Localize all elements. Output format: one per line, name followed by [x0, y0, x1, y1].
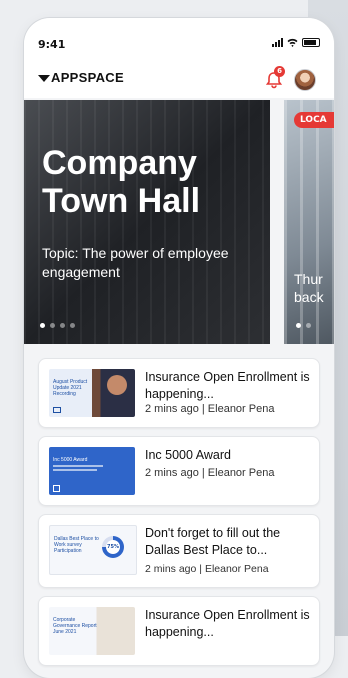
thumbnail-line	[53, 469, 97, 471]
feed-card-meta: 2 mins ago | Eleanor Pena	[145, 467, 275, 479]
carousel-dot[interactable]	[306, 323, 311, 328]
feed-card-meta: 2 mins ago | Eleanor Pena	[145, 403, 275, 415]
feed-card-title: Insurance Open Enrollment is happening..…	[145, 370, 310, 401]
video-icon	[53, 407, 61, 413]
slide-topic: Topic: The power of employee engagement	[42, 245, 229, 280]
carousel-slide-town-hall[interactable]: Company Town Hall Topic: The power of em…	[24, 100, 270, 344]
carousel-slide-next[interactable]: LOCA Thur back	[284, 100, 334, 344]
donut-percent: 75%	[106, 540, 120, 554]
feed-thumbnail: Corporate Governance Report June 2021	[49, 607, 135, 655]
carousel-dots	[40, 323, 75, 328]
feed-card[interactable]: August Product Update 2021 Recording Ins…	[38, 358, 320, 428]
slide-peek-line: Thur	[294, 271, 323, 287]
feed-thumbnail: Inc 5000 Award	[49, 447, 135, 495]
appspace-logo[interactable]: APPSPACE	[38, 70, 124, 85]
thumbnail-line	[53, 465, 103, 467]
feed-card-title: Inc 5000 Award	[145, 448, 231, 462]
feed-card[interactable]: Inc 5000 Award Inc 5000 Award 2 mins ago…	[38, 436, 320, 506]
signal-icon	[272, 38, 283, 47]
carousel-dot[interactable]	[296, 323, 301, 328]
logo-text: APPSPACE	[51, 70, 124, 85]
slide-peek-text: Thur back	[294, 270, 324, 306]
attachment-icon	[53, 485, 60, 492]
carousel-dots	[296, 323, 311, 328]
feed-card-author: Eleanor Pena	[207, 403, 275, 415]
local-badge: LOCA	[294, 112, 334, 128]
thumbnail-caption: August Product Update 2021 Recording	[53, 379, 88, 397]
user-avatar[interactable]	[294, 69, 316, 91]
thumbnail-caption: Dallas Best Place to Work survey Partici…	[54, 536, 99, 554]
feed-card-time: 2 mins ago	[145, 467, 199, 479]
feed-thumbnail: Dallas Best Place to Work survey Partici…	[49, 525, 137, 575]
logo-mark-icon	[38, 75, 50, 83]
slide-peek-line: back	[294, 289, 324, 305]
person-photo	[107, 375, 127, 395]
feed-card-author: Eleanor Pena	[207, 467, 275, 479]
donut-chart-icon: 75%	[102, 536, 124, 558]
feed-card-title: Don't forget to fill out the Dallas Best…	[145, 526, 281, 557]
carousel-dot[interactable]	[70, 323, 75, 328]
phone-frame: 9:41 APPSPACE 6 Company Town Hall Topic:…	[24, 18, 334, 678]
wifi-icon	[287, 38, 298, 47]
feed-card-time: 2 mins ago	[145, 563, 197, 575]
feed-card[interactable]: Corporate Governance Report June 2021 In…	[38, 596, 320, 666]
carousel-dot[interactable]	[60, 323, 65, 328]
feed-card-meta: 2 mins ago | Eleanor Pena	[145, 563, 269, 575]
status-time: 9:41	[38, 38, 66, 51]
carousel-dot[interactable]	[50, 323, 55, 328]
thumbnail-caption: Inc 5000 Award	[53, 457, 88, 463]
feed-card-time: 2 mins ago	[145, 403, 199, 415]
notification-count-badge: 6	[274, 66, 285, 77]
feed-card[interactable]: Dallas Best Place to Work survey Partici…	[38, 514, 320, 588]
feed-card-author: Eleanor Pena	[204, 563, 269, 575]
feed-thumbnail: August Product Update 2021 Recording	[49, 369, 135, 417]
slide-title: Company Town Hall	[42, 144, 201, 220]
status-icons	[272, 38, 320, 47]
thumbnail-caption: Corporate Governance Report June 2021	[53, 617, 97, 635]
battery-icon	[302, 38, 320, 47]
carousel-dot[interactable]	[40, 323, 45, 328]
app-bar: APPSPACE 6	[24, 62, 334, 98]
